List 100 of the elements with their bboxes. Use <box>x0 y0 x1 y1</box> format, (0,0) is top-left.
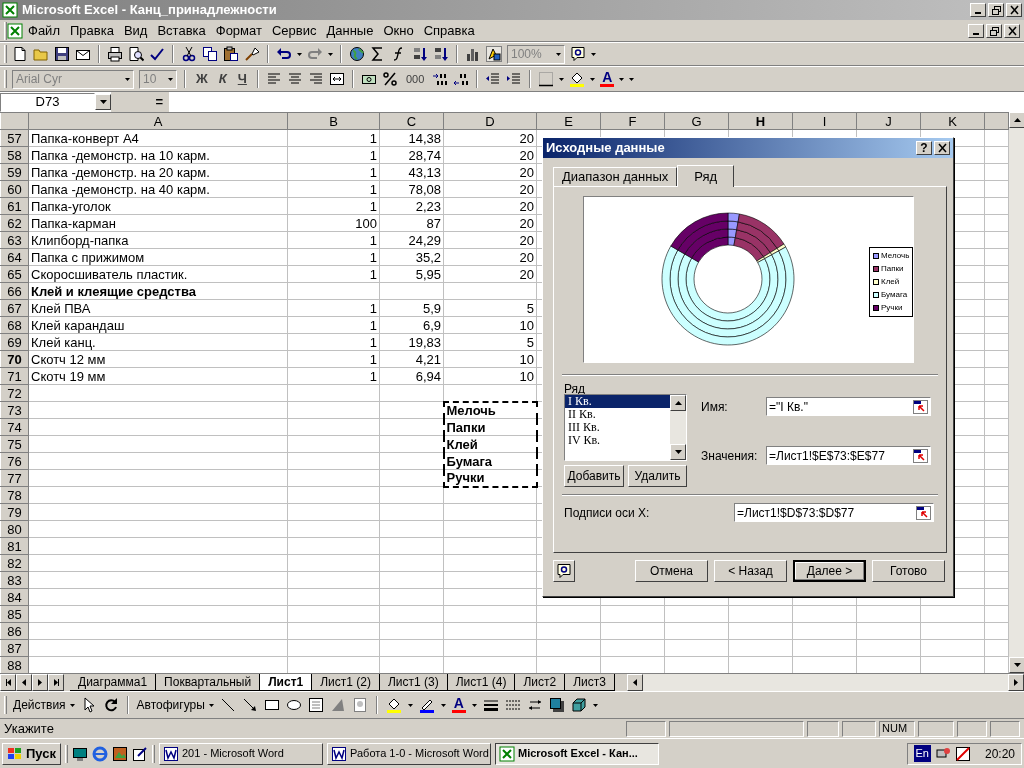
font-color-button[interactable]: A <box>451 697 466 713</box>
taskbar-button[interactable]: Работа 1-0 - Microsoft Word <box>327 742 491 765</box>
caret-icon[interactable] <box>69 703 75 707</box>
last-sheet-button[interactable] <box>48 674 64 691</box>
range-picker-icon[interactable] <box>916 505 931 520</box>
list-item[interactable]: III Кв. <box>565 421 670 434</box>
menu-item[interactable]: Файл <box>23 20 65 41</box>
paint-brush-icon[interactable] <box>244 46 260 62</box>
column-header[interactable]: E <box>536 112 601 130</box>
horizontal-scrollbar[interactable] <box>627 674 1024 691</box>
print-icon[interactable] <box>107 46 123 62</box>
dialog-button[interactable]: Отмена <box>635 560 708 582</box>
name-box[interactable]: D73 <box>0 92 95 112</box>
menu-item[interactable]: Сервис <box>266 20 322 41</box>
actions-menu-button[interactable]: Действия <box>13 696 75 714</box>
underline-button[interactable]: Ч <box>234 69 250 89</box>
sheet-tab[interactable]: Лист3 <box>565 674 615 691</box>
series-list[interactable]: I Кв. II Кв. III Кв. IV Кв. <box>564 394 687 461</box>
picture-frame-icon[interactable] <box>112 745 128 762</box>
caret-icon[interactable] <box>593 703 598 707</box>
rotate-icon[interactable] <box>102 697 119 713</box>
close-button[interactable] <box>1004 23 1020 38</box>
column-header[interactable]: H <box>728 112 793 130</box>
column-header[interactable]: J <box>856 112 921 130</box>
notepad-icon[interactable] <box>132 745 148 762</box>
minimize-button[interactable] <box>968 23 984 38</box>
caret-icon[interactable] <box>407 703 413 707</box>
dropdown-button[interactable] <box>95 94 111 110</box>
sheet-tab[interactable]: Лист2 <box>515 674 566 691</box>
dialog-button[interactable]: < Назад <box>714 560 787 582</box>
autoshapes-menu-button[interactable]: Автофигуры <box>136 696 214 714</box>
copy-icon[interactable] <box>202 46 218 62</box>
menu-item[interactable]: Вид <box>118 20 153 41</box>
add-button[interactable]: Добавить <box>564 465 624 487</box>
list-item[interactable]: II Кв. <box>565 408 670 421</box>
decrease-decimal-icon[interactable] <box>453 71 470 87</box>
list-item[interactable]: I Кв. <box>565 395 670 408</box>
taskbar-button[interactable]: 201 - Microsoft Word <box>159 742 323 765</box>
remove-button[interactable]: Удалить <box>628 465 687 487</box>
menu-item[interactable]: Окно <box>378 20 419 41</box>
italic-button[interactable]: К <box>215 69 230 89</box>
next-sheet-button[interactable] <box>32 674 48 691</box>
column-header[interactable]: G <box>664 112 729 130</box>
spreadsheet-document-icon[interactable] <box>7 22 23 39</box>
taskbar-button[interactable]: Microsoft Excel - Кан... <box>495 742 659 765</box>
paste-icon[interactable] <box>223 46 239 62</box>
column-header[interactable]: B <box>287 112 380 130</box>
column-header[interactable]: A <box>28 112 288 130</box>
line-style-icon[interactable] <box>483 697 499 713</box>
bar-chart-icon[interactable] <box>465 46 481 62</box>
align-right-icon[interactable] <box>307 71 324 87</box>
vertical-scrollbar[interactable] <box>1009 112 1024 673</box>
cut-icon[interactable] <box>181 46 197 62</box>
borders-icon[interactable] <box>538 71 555 87</box>
caret-icon[interactable] <box>328 52 333 56</box>
new-document-icon[interactable] <box>12 46 28 62</box>
minimize-button[interactable] <box>970 3 986 17</box>
caret-icon[interactable] <box>591 52 596 56</box>
sort-descending-icon[interactable] <box>433 46 449 62</box>
column-header[interactable]: D <box>443 112 537 130</box>
close-button[interactable] <box>1006 3 1022 17</box>
shadow-icon[interactable] <box>549 697 565 713</box>
rectangle-icon[interactable] <box>263 697 280 713</box>
column-header[interactable]: I <box>792 112 857 130</box>
start-button[interactable]: Пуск <box>2 742 61 765</box>
merge-cells-icon[interactable] <box>328 71 345 87</box>
input-field[interactable]: ="I Кв." <box>766 397 931 416</box>
menu-item[interactable]: Справка <box>418 20 480 41</box>
arrow-style-icon[interactable] <box>527 697 543 713</box>
align-center-icon[interactable] <box>286 71 303 87</box>
menu-item[interactable]: Данные <box>321 20 379 41</box>
close-button[interactable] <box>934 141 950 155</box>
align-left-icon[interactable] <box>265 71 282 87</box>
restore-button[interactable] <box>988 3 1004 17</box>
increase-decimal-icon[interactable] <box>432 71 449 87</box>
thousands-separator-button[interactable]: 000 <box>402 70 428 88</box>
print-preview-icon[interactable] <box>128 46 144 62</box>
language-indicator[interactable]: En <box>913 745 931 762</box>
bold-button[interactable]: Ж <box>193 69 211 89</box>
help-button[interactable]: ? <box>916 141 932 155</box>
text-box-icon[interactable] <box>307 697 324 713</box>
cube-icon[interactable] <box>571 697 587 713</box>
menu-item[interactable]: Правка <box>64 20 119 41</box>
sheet-tab[interactable]: Лист1 <box>260 674 313 691</box>
redo-icon[interactable] <box>307 46 323 62</box>
sort-ascending-icon[interactable] <box>412 46 428 62</box>
sheet-tab[interactable]: Лист1 (2) <box>312 674 380 691</box>
menu-item[interactable]: Вставка <box>152 20 211 41</box>
range-picker-icon[interactable] <box>913 448 928 463</box>
dialog-tab[interactable]: Ряд <box>677 165 735 187</box>
column-header[interactable]: C <box>379 112 444 130</box>
increase-indent-icon[interactable] <box>506 71 523 87</box>
restore-button[interactable] <box>986 23 1002 38</box>
drawing-shapes-icon[interactable] <box>486 46 502 62</box>
input-field[interactable]: =Лист1!$E$73:$E$77 <box>766 446 931 465</box>
list-scrollbar[interactable] <box>670 395 686 460</box>
line-color-icon[interactable] <box>418 697 435 713</box>
clip-art-icon[interactable] <box>351 697 368 713</box>
input-field[interactable]: =Лист1!$D$73:$D$77 <box>734 503 934 522</box>
fill-color-icon[interactable] <box>569 71 586 87</box>
